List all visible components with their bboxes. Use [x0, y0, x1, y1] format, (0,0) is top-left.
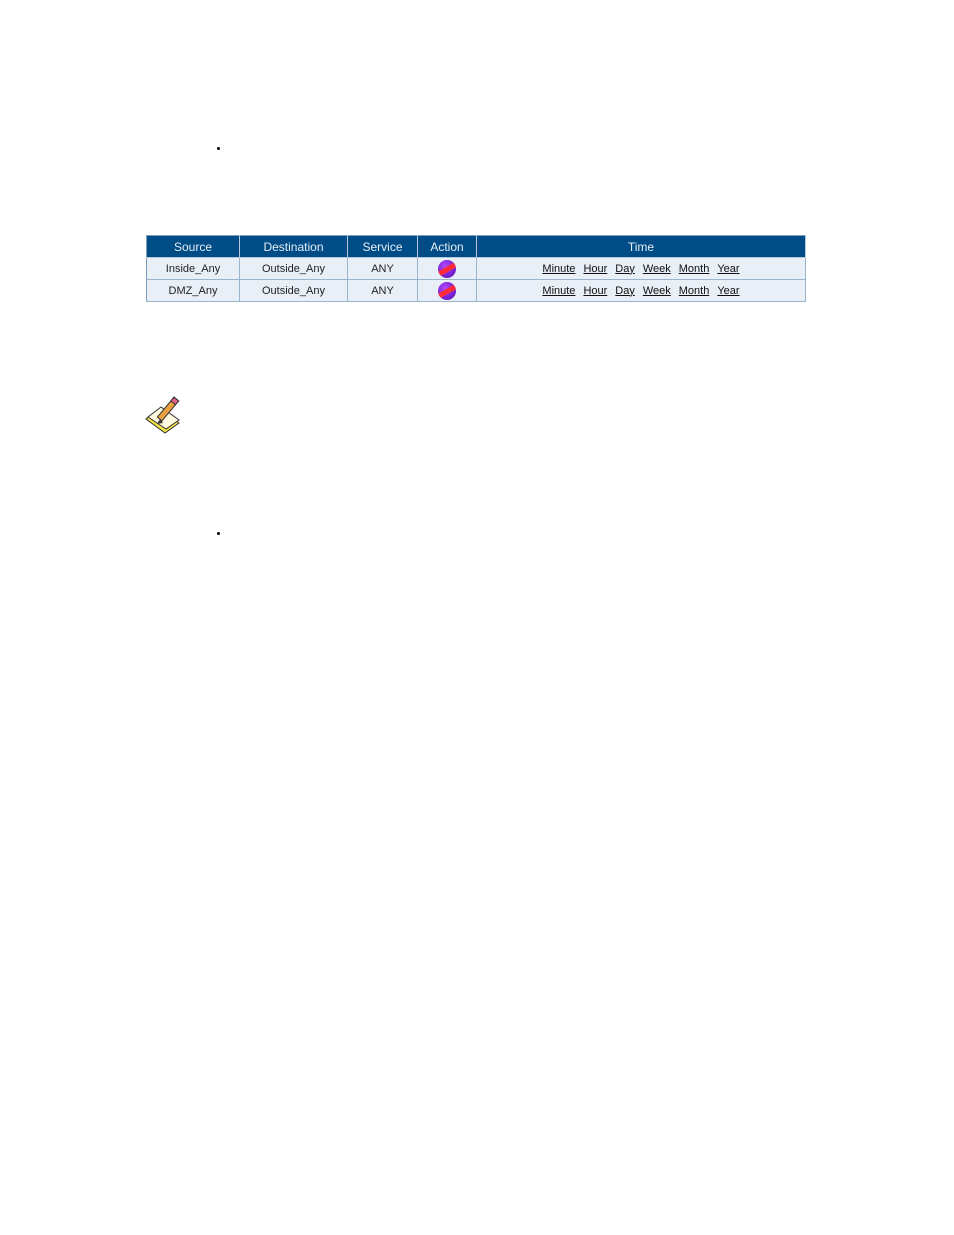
link-week[interactable]: Week — [643, 263, 671, 275]
link-year[interactable]: Year — [717, 285, 739, 297]
cell-service: ANY — [347, 279, 418, 302]
traffic-log-table: Source Destination Service Action Time I… — [146, 235, 806, 302]
bullet-point — [217, 147, 220, 150]
cell-action — [417, 279, 477, 302]
cell-destination: Outside_Any — [239, 257, 348, 280]
link-hour[interactable]: Hour — [583, 263, 607, 275]
link-minute[interactable]: Minute — [542, 263, 575, 275]
cell-service: ANY — [347, 257, 418, 280]
header-action: Action — [417, 235, 477, 258]
link-day[interactable]: Day — [615, 285, 635, 297]
link-month[interactable]: Month — [679, 263, 710, 275]
header-service: Service — [347, 235, 418, 258]
cell-destination: Outside_Any — [239, 279, 348, 302]
cell-time: Minute Hour Day Week Month Year — [476, 279, 806, 302]
note-pencil-icon — [145, 396, 180, 434]
cell-action — [417, 257, 477, 280]
link-day[interactable]: Day — [615, 263, 635, 275]
link-month[interactable]: Month — [679, 285, 710, 297]
link-year[interactable]: Year — [717, 263, 739, 275]
header-destination: Destination — [239, 235, 348, 258]
cell-time: Minute Hour Day Week Month Year — [476, 257, 806, 280]
link-hour[interactable]: Hour — [583, 285, 607, 297]
header-source: Source — [146, 235, 240, 258]
deny-icon — [438, 281, 456, 300]
table-row: DMZ_Any Outside_Any ANY Minute Hour Day Wee… — [146, 279, 806, 302]
bullet-point — [217, 532, 220, 535]
link-minute[interactable]: Minute — [542, 285, 575, 297]
link-week[interactable]: Week — [643, 285, 671, 297]
deny-icon — [438, 259, 456, 278]
table-header-row: Source Destination Service Action Time — [146, 235, 806, 258]
cell-source: Inside_Any — [146, 257, 240, 280]
header-time: Time — [476, 235, 806, 258]
cell-source: DMZ_Any — [146, 279, 240, 302]
table-row: Inside_Any Outside_Any ANY Minute Hour Day… — [146, 257, 806, 280]
